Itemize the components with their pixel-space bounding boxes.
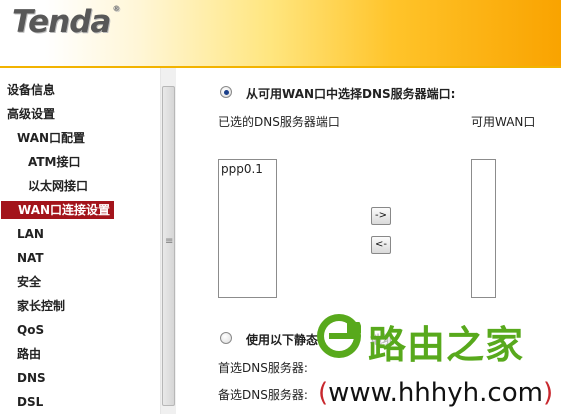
sidebar-scrollbar[interactable]: ≡ <box>160 68 176 414</box>
sidebar-item-item-1[interactable]: 高级设置 <box>0 102 160 126</box>
sidebar-item-label: DSL <box>17 395 44 409</box>
watermark-url: (www.hhhyh.com) <box>318 378 553 408</box>
primary-dns-label: 首选DNS服务器: <box>218 361 308 375</box>
sidebar-item-label: 以太网接口 <box>28 179 89 193</box>
wan-dns-option-label: 从可用WAN口中选择DNS服务器端口: <box>246 87 456 101</box>
sidebar-item-label: DNS <box>17 371 46 385</box>
static-dns-label-start: 使用以下静态 <box>246 333 319 347</box>
list-item[interactable]: ppp0.1 <box>219 160 276 178</box>
watermark-url-text: www.hhhyh.com <box>328 378 543 408</box>
logo-registered-mark: ® <box>112 4 120 13</box>
wan-dns-radio[interactable] <box>220 86 232 98</box>
selected-dns-header: 已选的DNS服务器端口 <box>218 115 340 129</box>
move-right-button[interactable]: -> <box>371 207 391 225</box>
sidebar: 设备信息高级设置 WAN口配置 ATM接口以太网接口 WAN口连接设置 LAN NAT 安全… <box>0 68 176 414</box>
sidebar-item-label: 路由 <box>17 347 42 361</box>
header-banner: Tenda ® <box>0 0 561 68</box>
scrollbar-thumb[interactable]: ≡ <box>162 86 175 406</box>
sidebar-item-label: QoS <box>17 323 45 337</box>
sidebar-item-label: WAN口连接设置 <box>1 201 115 219</box>
sidebar-item-wan[interactable]: WAN口配置 <box>0 126 160 150</box>
sidebar-item-item-0[interactable]: 设备信息 <box>0 78 160 102</box>
sidebar-item-qos[interactable]: QoS <box>0 318 160 342</box>
tenda-logo: Tenda ® <box>12 4 120 40</box>
sidebar-item-wan[interactable]: WAN口连接设置 <box>0 198 160 222</box>
selected-dns-listbox[interactable]: ppp0.1 <box>218 159 277 298</box>
sidebar-item-dsl[interactable]: DSL <box>0 390 160 414</box>
sidebar-item-item-4[interactable]: 以太网接口 <box>0 174 160 198</box>
sidebar-item-item-9[interactable]: 家长控制 <box>0 294 160 318</box>
sidebar-item-label: 高级设置 <box>7 107 56 121</box>
sidebar-item-lan[interactable]: LAN <box>0 222 160 246</box>
sidebar-item-item-11[interactable]: 路由 <box>0 342 160 366</box>
sidebar-item-nat[interactable]: NAT <box>0 246 160 270</box>
watermark-open-paren: ( <box>318 378 329 408</box>
sidebar-item-dns[interactable]: DNS <box>0 366 160 390</box>
watermark-close-paren: ) <box>542 378 554 408</box>
sidebar-item-label: WAN口配置 <box>17 131 86 145</box>
scrollbar-grip-icon: ≡ <box>165 236 174 247</box>
sidebar-item-label: 家长控制 <box>17 299 66 313</box>
sidebar-item-label: NAT <box>17 251 44 265</box>
sidebar-item-item-8[interactable]: 安全 <box>0 270 160 294</box>
available-wan-header: 可用WAN口 <box>471 115 536 129</box>
sidebar-item-atm[interactable]: ATM接口 <box>0 150 160 174</box>
watermark-logo-icon <box>317 314 363 358</box>
watermark-brand-text: 路由之家 <box>368 323 525 367</box>
available-wan-listbox[interactable] <box>471 159 496 298</box>
sidebar-nav: 设备信息高级设置 WAN口配置 ATM接口以太网接口 WAN口连接设置 LAN NAT 安全… <box>0 78 160 414</box>
sidebar-item-label: LAN <box>17 227 44 241</box>
logo-text: Tenda <box>12 4 111 40</box>
secondary-dns-label: 备选DNS服务器: <box>218 388 308 402</box>
move-left-button[interactable]: <- <box>371 236 391 254</box>
sidebar-item-label: 安全 <box>17 275 42 289</box>
static-dns-radio[interactable] <box>220 332 232 344</box>
sidebar-item-label: 设备信息 <box>7 83 56 97</box>
sidebar-item-label: ATM接口 <box>28 155 81 169</box>
